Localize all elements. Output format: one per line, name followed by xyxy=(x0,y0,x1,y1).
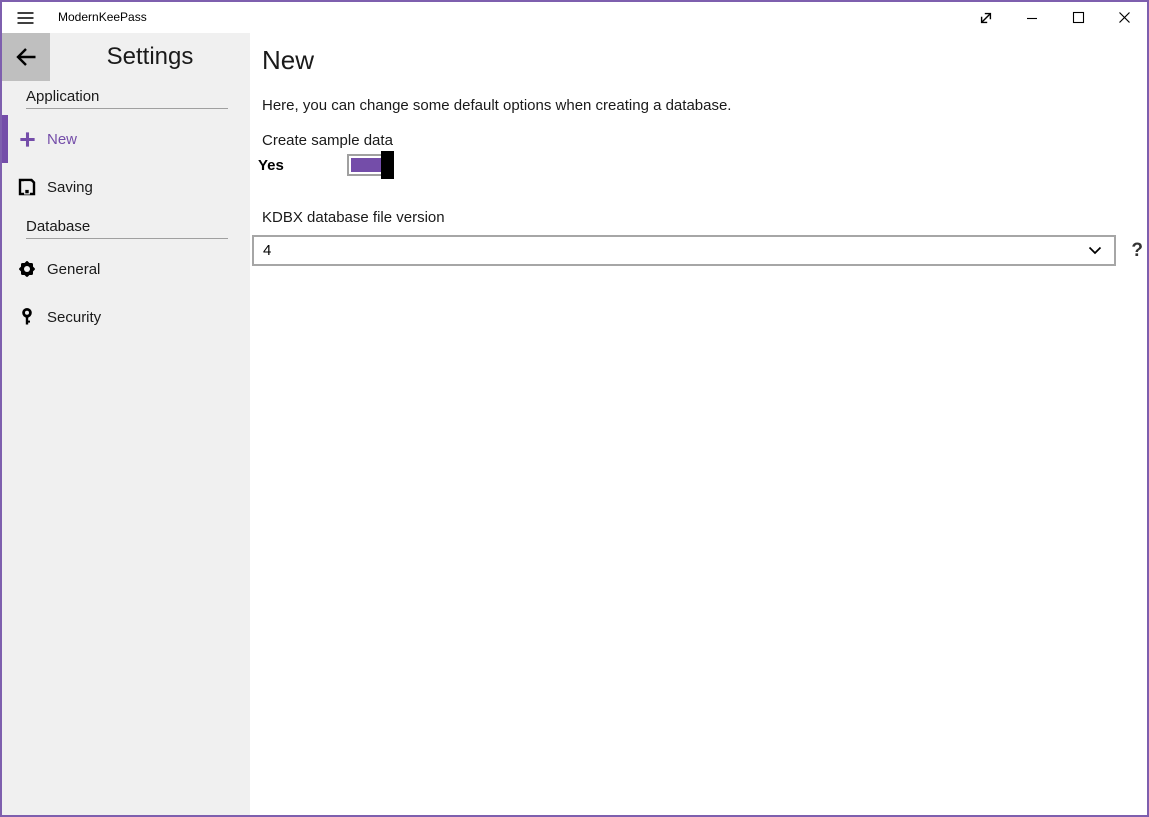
plus-icon xyxy=(17,129,37,149)
hamburger-menu-button[interactable] xyxy=(2,2,48,33)
minimize-button[interactable] xyxy=(1009,2,1055,33)
panel-description: Here, you can change some default option… xyxy=(262,96,1147,115)
window-body: Settings Application New xyxy=(2,33,1147,815)
expand-diagonal-icon xyxy=(977,9,995,27)
back-arrow-icon xyxy=(13,45,39,69)
toggle-thumb[interactable] xyxy=(381,151,394,179)
help-button[interactable]: ? xyxy=(1127,240,1147,262)
section-header-application: Application xyxy=(26,88,228,109)
close-button[interactable] xyxy=(1101,2,1147,33)
create-sample-data-row: Yes xyxy=(258,151,1147,179)
maximize-button[interactable] xyxy=(1055,2,1101,33)
create-sample-data-toggle[interactable] xyxy=(347,154,390,176)
sidebar-item-label: Saving xyxy=(47,179,93,196)
sidebar-item-general[interactable]: General xyxy=(2,245,250,293)
close-icon xyxy=(1118,11,1131,24)
minimize-icon xyxy=(1026,12,1038,24)
maximize-icon xyxy=(1072,11,1085,24)
sidebar-item-label: General xyxy=(47,261,100,278)
chevron-down-icon xyxy=(1088,246,1102,255)
create-sample-data-label: Create sample data xyxy=(262,132,1147,149)
sidebar-item-new[interactable]: New xyxy=(2,115,250,163)
back-button[interactable] xyxy=(2,33,50,81)
settings-sidebar: Settings Application New xyxy=(2,33,250,815)
kdbx-version-combobox[interactable]: 4 xyxy=(252,235,1116,266)
section-header-database: Database xyxy=(26,218,228,239)
key-icon xyxy=(17,307,37,327)
hamburger-icon xyxy=(17,11,34,25)
sidebar-item-label: New xyxy=(47,131,77,148)
kdbx-version-label: KDBX database file version xyxy=(262,209,1147,226)
sidebar-item-security[interactable]: Security xyxy=(2,293,250,341)
settings-panel-new: New Here, you can change some default op… xyxy=(250,33,1147,815)
sidebar-item-saving[interactable]: Saving xyxy=(2,163,250,211)
panel-title: New xyxy=(262,43,1147,77)
fullscreen-button[interactable] xyxy=(963,2,1009,33)
sidebar-header: Settings xyxy=(2,33,250,81)
toggle-state-label: Yes xyxy=(258,157,347,174)
titlebar-drag-area[interactable] xyxy=(147,2,963,33)
titlebar: ModernKeePass xyxy=(2,2,1147,33)
window-title: ModernKeePass xyxy=(58,2,147,33)
kdbx-version-row: 4 ? xyxy=(262,235,1147,266)
gear-icon xyxy=(17,259,37,279)
page-title: Settings xyxy=(50,33,250,81)
app-window: ModernKeePass xyxy=(0,0,1149,817)
save-icon xyxy=(17,177,37,197)
combobox-selected-value: 4 xyxy=(263,242,1088,259)
sidebar-item-label: Security xyxy=(47,309,101,326)
